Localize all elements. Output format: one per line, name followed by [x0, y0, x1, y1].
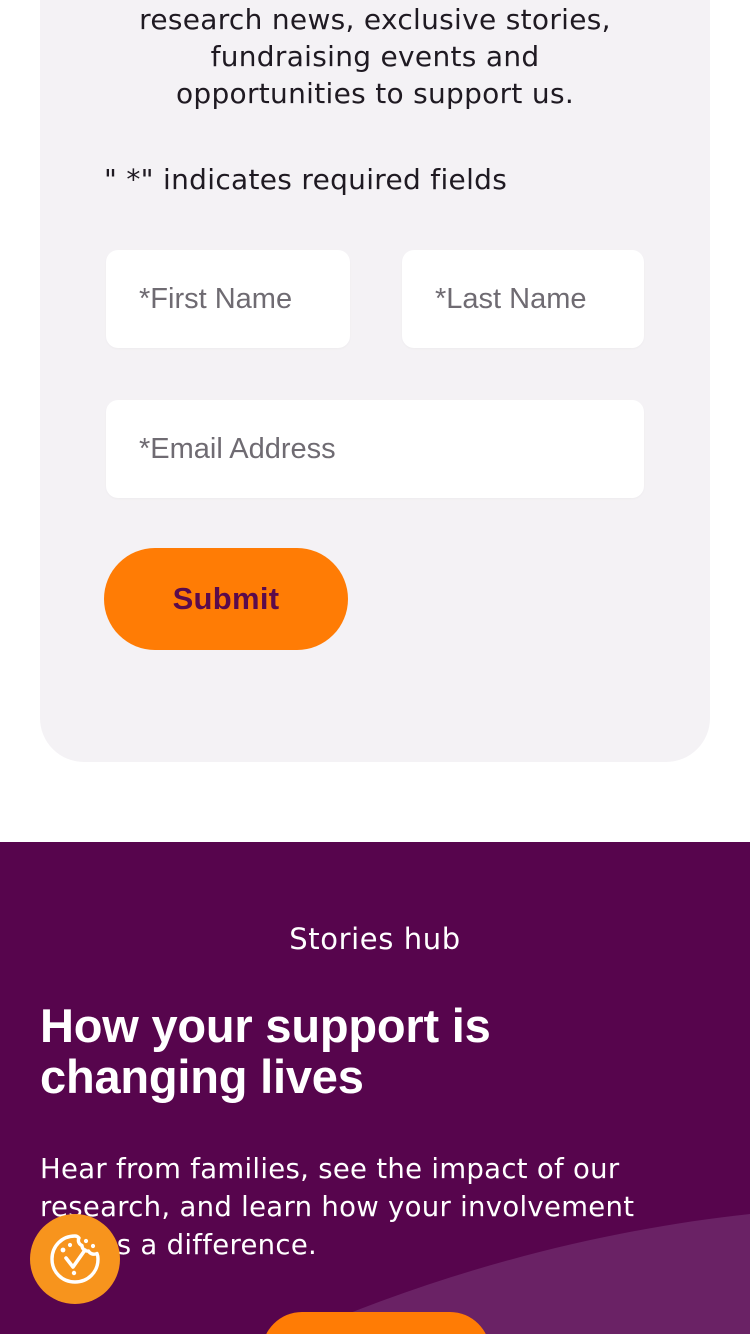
intro-line: research news, exclusive stories, — [139, 3, 611, 36]
submit-button[interactable]: Submit — [104, 548, 348, 650]
body-line: research, and learn how your involvement — [40, 1191, 635, 1223]
cookie-check-icon — [50, 1234, 100, 1284]
last-name-field[interactable] — [402, 250, 644, 348]
first-name-field[interactable] — [106, 250, 350, 348]
required-fields-note: " *" indicates required fields — [104, 163, 508, 196]
newsletter-intro: research news, exclusive stories, fundra… — [40, 0, 710, 112]
stories-cta-button[interactable] — [262, 1312, 490, 1334]
section-body: Hear from families, see the impact of ou… — [40, 1150, 720, 1264]
body-line: makes a difference. — [40, 1229, 318, 1261]
intro-line: fundraising events and — [210, 40, 540, 73]
section-eyebrow: Stories hub — [289, 922, 461, 956]
body-line: Hear from families, see the impact of ou… — [40, 1153, 620, 1185]
intro-line: opportunities to support us. — [175, 77, 575, 110]
email-field[interactable] — [106, 400, 644, 498]
section-headline: How your support is changing lives — [40, 1000, 700, 1102]
headline-line: How your support is — [40, 999, 491, 1052]
headline-line: changing lives — [40, 1050, 364, 1103]
cookie-settings-button[interactable] — [30, 1214, 120, 1304]
